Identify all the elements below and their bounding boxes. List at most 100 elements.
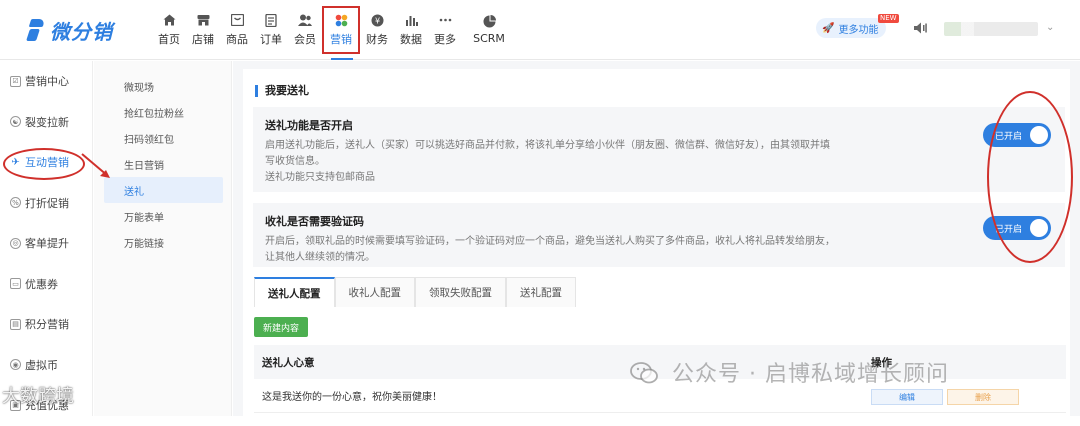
sidebar-item-label: 营销中心	[25, 75, 69, 89]
speaker-icon[interactable]	[913, 21, 927, 35]
watermark-left: 大数跨境	[2, 382, 74, 408]
nav-item-finance[interactable]: ¥ 财务	[360, 6, 394, 54]
nav-item-more[interactable]: 更多	[428, 6, 462, 54]
nav-item-member[interactable]: 会员	[288, 6, 322, 54]
sidebar-item-marketing-center[interactable]: ☑ 营销中心	[0, 61, 92, 102]
nav-label: 订单	[260, 32, 282, 46]
fission-icon: ☯	[10, 116, 21, 128]
nav-item-goods[interactable]: 商品	[220, 6, 254, 54]
subnav-item-gift[interactable]: 送礼	[104, 177, 223, 203]
subnav-item-scan-red-packet[interactable]: 扫码领红包	[104, 125, 223, 151]
user-account[interactable]	[944, 22, 1038, 36]
order-icon	[264, 13, 278, 27]
sidebar-item-fission[interactable]: ☯ 裂变拉新	[0, 102, 92, 143]
coin-icon: ◉	[10, 359, 21, 371]
nav-label: 数据	[400, 32, 422, 46]
sidebar-item-discount[interactable]: % 打折促销	[0, 183, 92, 224]
chart-icon	[404, 14, 418, 27]
logo-text: 微分销	[50, 19, 113, 44]
col-message-header: 送礼人心意	[262, 356, 315, 369]
discount-icon: %	[10, 197, 21, 209]
tab-sender-config[interactable]: 送礼人配置	[254, 277, 335, 307]
chevron-down-icon[interactable]: ⌄	[1046, 22, 1054, 33]
subnav-item-birthday[interactable]: 生日营销	[104, 151, 223, 177]
marketing-icon	[334, 14, 348, 27]
store-icon	[196, 14, 210, 27]
active-underline	[331, 58, 353, 60]
edit-button[interactable]: 编辑	[871, 389, 943, 405]
app-logo[interactable]: 微分销	[26, 14, 113, 46]
new-content-button[interactable]: 新建内容	[254, 317, 309, 337]
nav-label: 店铺	[192, 32, 214, 46]
setting-gift-enabled: 送礼功能是否开启 启用送礼功能后，送礼人（买家）可以挑选好商品并付款，将该礼单分…	[253, 107, 1065, 192]
wechat-icon	[630, 362, 658, 384]
sidebar-item-points[interactable]: ▤ 积分营销	[0, 304, 92, 345]
sidebar-item-order-value[interactable]: ◎ 客单提升	[0, 223, 92, 264]
setting-desc: 启用送礼功能后，送礼人（买家）可以挑选好商品并付款，将该礼单分享给小伙伴（朋友圈…	[265, 140, 830, 151]
subnav-item-link[interactable]: 万能链接	[104, 229, 223, 255]
nav-label: 首页	[158, 32, 180, 46]
pie-icon	[482, 15, 496, 28]
nav-item-order[interactable]: 订单	[254, 6, 288, 54]
watermark-right: 公众号 · 启博私域增长顾问	[630, 356, 949, 388]
target-icon: ◎	[10, 237, 21, 249]
sidebar-item-label: 客单提升	[25, 237, 69, 251]
points-icon: ▤	[10, 318, 21, 330]
setting-desc: 写收货信息。	[265, 156, 325, 167]
annotation-circle-sidebar	[3, 148, 85, 180]
nav-label: SCRM	[473, 32, 505, 45]
member-icon	[298, 14, 312, 27]
main-nav: 首页 店铺 商品 订单 会员 营销 ¥ 财务 数据 更多 SCRM	[152, 6, 516, 60]
home-icon	[162, 14, 176, 27]
svg-text:¥: ¥	[374, 16, 379, 25]
message-cell: 这是我送你的一份心意，祝你美丽健康！	[262, 392, 442, 403]
nav-item-store[interactable]: 店铺	[186, 6, 220, 54]
goods-icon	[230, 14, 244, 27]
tab-gift-config[interactable]: 送礼配置	[506, 277, 576, 307]
more-features-button[interactable]: 🚀 更多功能	[816, 18, 887, 38]
watermark-left-text: 大数跨境	[2, 386, 74, 407]
nav-label: 商品	[226, 32, 248, 46]
sidebar-item-label: 积分营销	[25, 318, 69, 332]
nav-label: 会员	[294, 32, 316, 46]
logo-mark-icon	[26, 17, 46, 43]
setting-desc: 开启后，领取礼品的时候需要填写验证码，一个验证码对应一个商品，避免当送礼人购买了…	[265, 236, 835, 247]
tab-fail-config[interactable]: 领取失败配置	[415, 277, 506, 307]
nav-label: 营销	[330, 32, 352, 46]
subnav-item-red-packet-fans[interactable]: 抢红包拉粉丝	[104, 99, 223, 125]
annotation-circle-toggles	[987, 91, 1073, 263]
annotation-arrow	[81, 153, 110, 178]
sidebar-item-label: 虚拟币	[25, 358, 58, 372]
sidebar-item-label: 打折促销	[25, 196, 69, 210]
nav-item-scrm[interactable]: SCRM	[462, 6, 516, 54]
sidebar: ☑ 营销中心 ☯ 裂变拉新 ✈ 互动营销 % 打折促销 ◎ 客单提升 ▭ 优惠券…	[0, 61, 93, 416]
checkbox-icon: ☑	[10, 75, 21, 87]
more-dots-icon	[438, 14, 452, 27]
rocket-icon: 🚀	[822, 22, 835, 34]
subnav-item-live[interactable]: 微现场	[104, 73, 223, 99]
setting-desc: 送礼功能只支持包邮商品	[265, 172, 375, 183]
sub-sidebar: 微现场 抢红包拉粉丝 扫码领红包 生日营销 送礼 万能表单 万能链接	[94, 61, 232, 416]
sidebar-item-label: 优惠券	[25, 277, 58, 291]
sidebar-item-coupon[interactable]: ▭ 优惠券	[0, 264, 92, 305]
sidebar-item-label: 裂变拉新	[25, 115, 69, 129]
delete-button[interactable]: 删除	[947, 389, 1019, 405]
setting-title: 送礼功能是否开启	[265, 119, 353, 132]
nav-label: 财务	[366, 32, 388, 46]
nav-item-marketing[interactable]: 营销	[322, 6, 360, 60]
subnav-item-form[interactable]: 万能表单	[104, 203, 223, 229]
more-features-label: 更多功能	[838, 24, 879, 36]
watermark-right-text: 公众号 · 启博私域增长顾问	[672, 362, 949, 387]
setting-title: 收礼是否需要验证码	[265, 215, 364, 228]
finance-icon: ¥	[370, 14, 384, 27]
new-badge: NEW	[878, 14, 899, 23]
setting-verify-code: 收礼是否需要验证码 开启后，领取礼品的时候需要填写验证码，一个验证码对应一个商品…	[253, 203, 1065, 267]
top-bar: 微分销 首页 店铺 商品 订单 会员 营销 ¥ 财务 数据 更多 SCRM 🚀 …	[0, 0, 1080, 60]
config-tabs: 送礼人配置 收礼人配置 领取失败配置 送礼配置	[254, 277, 576, 307]
sidebar-item-virtual-coin[interactable]: ◉ 虚拟币	[0, 345, 92, 386]
nav-label: 更多	[434, 32, 456, 46]
tab-receiver-config[interactable]: 收礼人配置	[334, 277, 415, 307]
nav-item-data[interactable]: 数据	[394, 6, 428, 54]
setting-desc: 让其他人继续领的情况。	[265, 252, 375, 263]
nav-item-home[interactable]: 首页	[152, 6, 186, 54]
